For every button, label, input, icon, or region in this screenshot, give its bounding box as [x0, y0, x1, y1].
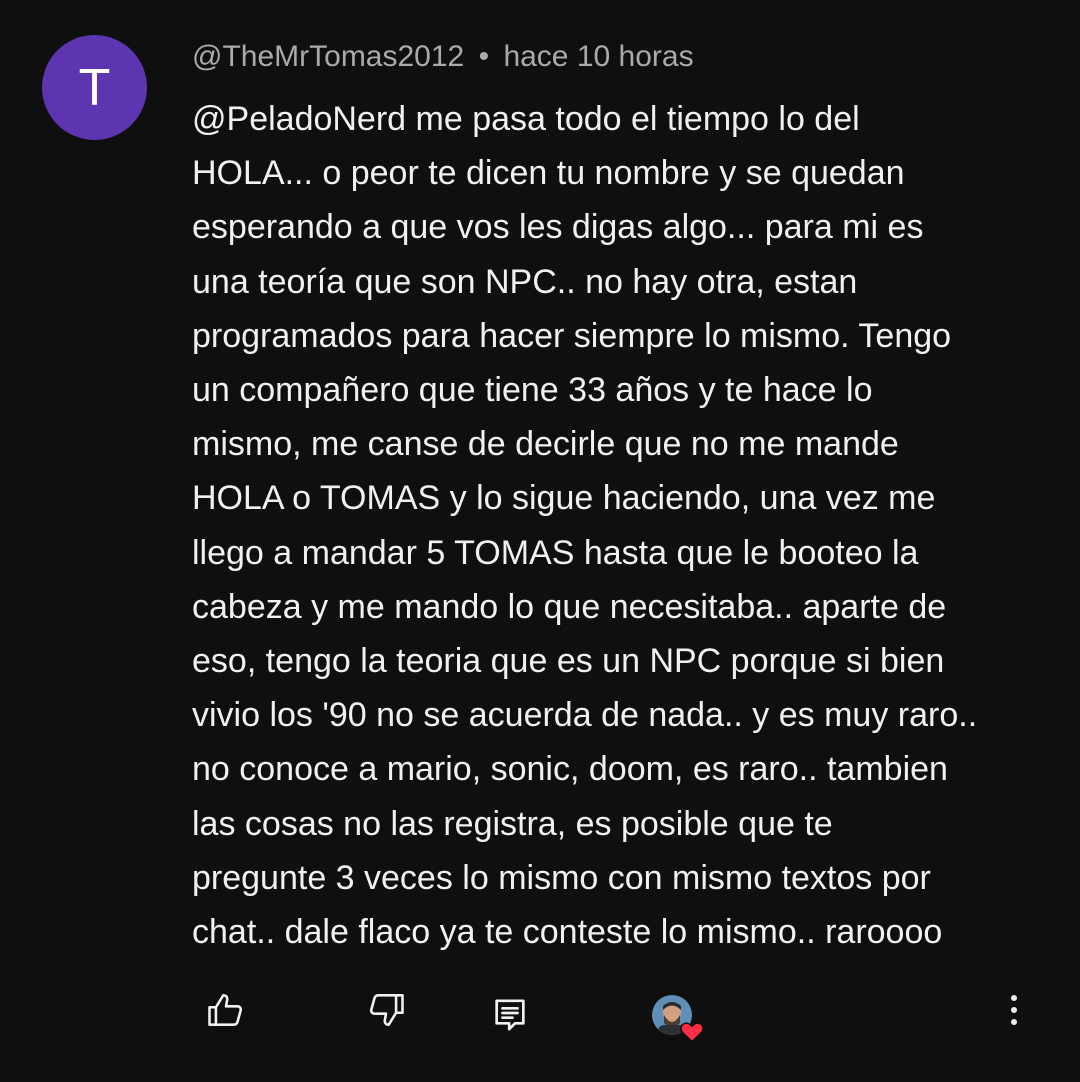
- more-options-button[interactable]: [984, 980, 1044, 1040]
- more-vertical-icon: [1011, 995, 1017, 1025]
- header-separator: •: [478, 40, 490, 73]
- creator-heart-icon: [680, 1022, 704, 1043]
- comment-action-bar: [0, 980, 1080, 1050]
- reply-button[interactable]: [480, 985, 540, 1045]
- comment-header: @TheMrTomas2012 • hace 10 horas: [192, 38, 694, 76]
- creator-heart-badge: [640, 983, 704, 1047]
- comment-timestamp[interactable]: hace 10 horas: [503, 40, 693, 73]
- dislike-button[interactable]: [356, 980, 416, 1040]
- comment-screen: T @TheMrTomas2012 • hace 10 horas @Pelad…: [0, 0, 1080, 1082]
- comment-body: @PeladoNerd me pasa todo el tiempo lo de…: [192, 100, 978, 952]
- thumbs-up-icon: [208, 994, 243, 1026]
- thumbs-down-icon: [369, 994, 404, 1026]
- creator-avatar: [650, 993, 704, 1043]
- author-handle[interactable]: @TheMrTomas2012: [192, 40, 464, 73]
- author-initial: T: [78, 58, 111, 117]
- author-avatar[interactable]: T: [42, 35, 147, 140]
- comment-reply-icon: [495, 999, 525, 1031]
- like-button[interactable]: [196, 980, 256, 1040]
